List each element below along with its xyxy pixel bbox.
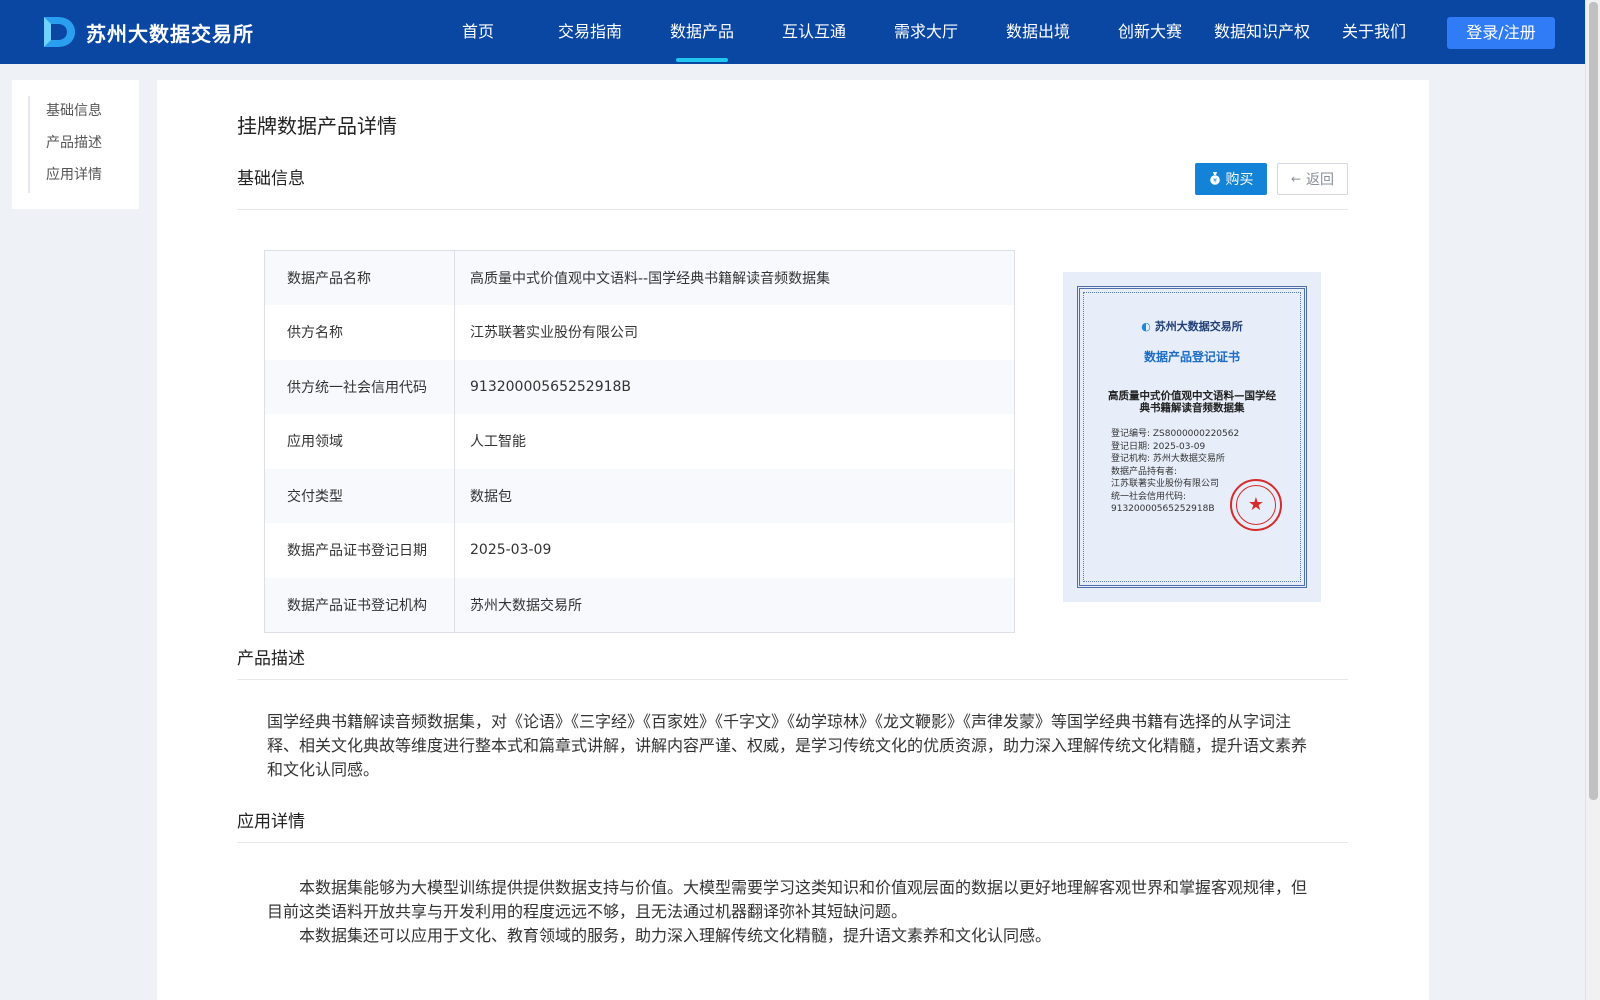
table-row: 供方名称 江苏联著实业股份有限公司 [264,305,1015,360]
sidenav-item-product-desc[interactable]: 产品描述 [46,132,102,152]
certificate-line: 登记机构: 苏州大数据交易所 [1111,454,1225,464]
certificate-product-name: 高质量中式价值观中文语料—国学经典书籍解读音频数据集 [1108,390,1276,414]
nav-about[interactable]: 关于我们 [1318,0,1430,64]
product-description-text: 国学经典书籍解读音频数据集，对《论语》《三字经》《百家姓》《千字文》《幼学琼林》… [267,712,1308,779]
brand-name: 苏州大数据交易所 [86,21,254,46]
certificate-org-name: 苏州大数据交易所 [1154,320,1243,333]
nav-mutual-recognition[interactable]: 互认互通 [758,0,870,64]
info-value: 苏州大数据交易所 [454,577,1015,632]
info-value: 高质量中式价值观中文语料--国学经典书籍解读音频数据集 [454,250,1015,305]
certificate-line: 统一社会信用代码: [1111,491,1187,502]
certificate-line: 江苏联著实业股份有限公司 [1111,479,1220,489]
info-label: 供方统一社会信用代码 [264,359,455,414]
main-nav: 首页 交易指南 数据产品 互认互通 需求大厅 数据出境 创新大赛 数据知识产权 … [422,0,1430,64]
info-value: 江苏联著实业股份有限公司 [454,305,1015,360]
buy-button-label: 购买 [1225,172,1254,188]
svg-text:¥: ¥ [1213,177,1217,184]
certificate-line: 91320000565252918B [1111,504,1215,514]
brand-logo[interactable]: 苏州大数据交易所 [40,14,254,50]
money-bag-icon: ¥ [1209,171,1221,188]
nav-home[interactable]: 首页 [422,0,534,64]
info-label: 数据产品名称 [264,250,455,305]
info-label: 应用领域 [264,414,455,469]
table-row: 数据产品证书登记日期 2025-03-09 [264,523,1015,578]
info-label: 数据产品证书登记日期 [264,523,455,578]
back-button-label: 返回 [1306,172,1335,188]
back-button[interactable]: ← 返回 [1277,163,1348,195]
certificate-org: ◐ 苏州大数据交易所 [1063,318,1321,334]
nav-data-export[interactable]: 数据出境 [982,0,1094,64]
certificate-details: 登记编号: ZS8000000220562 登记日期: 2025-03-09 登… [1111,428,1239,516]
divider-app-details [237,842,1348,843]
arrow-left-icon: ← [1290,172,1302,186]
table-row: 应用领域 人工智能 [264,414,1015,469]
certificate-image[interactable]: ◐ 苏州大数据交易所 数据产品登记证书 高质量中式价值观中文语料—国学经典书籍解… [1063,272,1321,602]
app-details-paragraph-1: 本数据集能够为大模型训练提供提供数据支持与价值。大模型需要学习这类知识和价值观层… [267,878,1308,921]
section-title-app-details: 应用详情 [237,812,305,832]
scrollbar-thumb[interactable] [1589,2,1598,800]
certificate-line: 登记日期: 2025-03-09 [1111,441,1206,452]
login-register-button[interactable]: 登录/注册 [1447,17,1555,49]
divider-product-desc [237,679,1348,680]
buy-button[interactable]: ¥ 购买 [1195,163,1267,195]
certificate-title: 数据产品登记证书 [1143,350,1240,364]
info-value: 91320000565252918B [454,359,1015,414]
official-seal-icon: ★ [1230,479,1282,531]
sidenav-item-basic-info[interactable]: 基础信息 [46,100,102,120]
nav-trade-guide[interactable]: 交易指南 [534,0,646,64]
nav-demand-hall[interactable]: 需求大厅 [870,0,982,64]
table-row: 数据产品名称 高质量中式价值观中文语料--国学经典书籍解读音频数据集 [264,250,1015,305]
brand-d-icon [44,17,75,47]
table-row: 交付类型 数据包 [264,468,1015,523]
top-navbar: 苏州大数据交易所 首页 交易指南 数据产品 互认互通 需求大厅 数据出境 创新大… [0,0,1585,64]
detail-card: 挂牌数据产品详情 基础信息 ¥ 购买 ← 返回 数据产品名称 高质量中式价值观中… [157,80,1429,1000]
nav-competition[interactable]: 创新大赛 [1094,0,1206,64]
info-label: 供方名称 [264,305,455,360]
divider-basic-info [237,209,1348,210]
table-row: 供方统一社会信用代码 91320000565252918B [264,359,1015,414]
sidenav-track [28,96,30,193]
page-title: 挂牌数据产品详情 [237,114,397,138]
anchor-sidenav: 基础信息 产品描述 应用详情 [12,80,139,209]
sidenav-item-app-details[interactable]: 应用详情 [46,164,102,184]
certificate-line: 登记编号: ZS8000000220562 [1111,429,1240,439]
section-title-basic-info: 基础信息 [237,169,305,189]
seal-star-icon: ★ [1247,494,1265,515]
table-row: 数据产品证书登记机构 苏州大数据交易所 [264,577,1015,632]
nav-data-ip[interactable]: 数据知识产权 [1206,0,1318,64]
nav-data-products[interactable]: 数据产品 [646,0,758,64]
section-title-product-desc: 产品描述 [237,649,305,669]
info-label: 交付类型 [264,468,455,523]
info-value: 数据包 [454,468,1015,523]
info-value: 人工智能 [454,414,1015,469]
certificate-line: 数据产品持有者: [1111,466,1178,477]
basic-info-table: 数据产品名称 高质量中式价值观中文语料--国学经典书籍解读音频数据集 供方名称 … [264,250,1015,633]
info-label: 数据产品证书登记机构 [264,577,455,632]
page-scrollbar[interactable] [1585,0,1600,1000]
app-details-paragraph-2: 本数据集还可以应用于文化、教育领域的服务，助力深入理解传统文化精髓，提升语文素养… [299,926,1052,945]
info-value: 2025-03-09 [454,523,1015,578]
certificate-logo-icon: ◐ [1141,320,1151,333]
